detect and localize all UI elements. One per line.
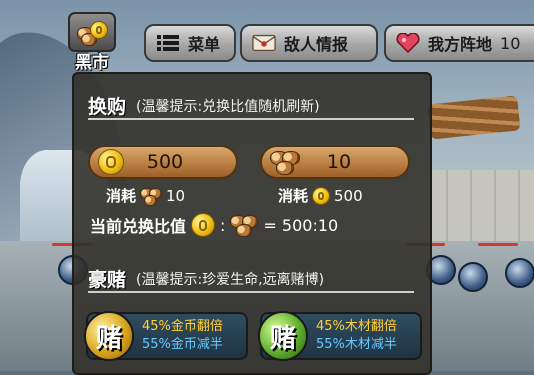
heart-icon <box>396 33 420 53</box>
gamble-wood-button[interactable]: 赌 45%木材翻倍 55%木材减半 <box>258 311 422 361</box>
wood-icon <box>230 213 259 237</box>
buy-gold-button[interactable]: 500 <box>88 145 238 179</box>
gamble-hint: (温馨提示:珍爱生命,远离赌博) <box>136 272 325 288</box>
stone-wall <box>424 170 534 250</box>
gold-coin-icon <box>312 186 331 205</box>
wood-cost-value: 500 <box>334 186 363 205</box>
ratio-colon: : <box>220 215 226 235</box>
letter-icon <box>252 33 276 53</box>
gamble-divider <box>88 291 414 293</box>
our-base-button[interactable]: 我方阵地 10 <box>384 24 534 62</box>
exchange-divider <box>88 118 414 120</box>
exchange-hint: (温馨提示:兑换比值随机刷新) <box>136 99 320 115</box>
black-market-button[interactable] <box>68 12 116 52</box>
gold-coin-icon <box>98 149 124 175</box>
enemy-intel-button[interactable]: 敌人情报 <box>240 24 378 62</box>
wood-icon <box>140 187 163 206</box>
consume-label: 消耗 <box>106 187 137 205</box>
buy-wood-button[interactable]: 10 <box>260 145 410 179</box>
wood-icon <box>270 149 300 175</box>
black-market-label: 黑市 <box>75 53 109 73</box>
gold-half-chance: 55%金币减半 <box>142 337 223 352</box>
list-icon <box>156 33 180 53</box>
unit-hp-bar <box>478 243 518 246</box>
wood-half-chance: 55%木材减半 <box>316 337 397 352</box>
our-base-value: 10 <box>500 33 521 53</box>
wood-coin-icon <box>77 19 108 46</box>
enemy-unit <box>505 258 534 288</box>
menu-label: 菜单 <box>188 35 221 54</box>
wood-pile <box>427 95 521 140</box>
gamble-wood-badge: 赌 <box>258 311 308 361</box>
exchange-title: 换购 <box>88 96 127 118</box>
gold-amount: 500 <box>146 151 184 173</box>
gamble-gold-badge: 赌 <box>84 311 134 361</box>
gold-double-chance: 45%金币翻倍 <box>142 319 223 334</box>
wood-amount: 10 <box>326 151 352 173</box>
ratio-label: 当前兑换比值 <box>90 217 187 236</box>
black-market-panel: 换购 (温馨提示:兑换比值随机刷新) 500 10 消耗 10 消耗 500 当… <box>72 72 432 375</box>
consume-label: 消耗 <box>278 187 309 205</box>
our-base-label: 我方阵地 <box>428 35 493 54</box>
gold-coin-icon <box>191 213 216 237</box>
gold-cost-row: 消耗 10 <box>106 185 185 206</box>
wood-double-chance: 45%木材翻倍 <box>316 319 397 334</box>
enemy-intel-label: 敌人情报 <box>284 35 349 54</box>
enemy-unit <box>458 262 488 292</box>
ratio-value: = 500:10 <box>263 215 339 235</box>
wood-cost-row: 消耗 500 <box>278 185 363 206</box>
menu-button[interactable]: 菜单 <box>144 24 236 62</box>
gold-cost-value: 10 <box>166 186 186 205</box>
gamble-title: 豪赌 <box>88 269 127 291</box>
gamble-gold-button[interactable]: 赌 45%金币翻倍 55%金币减半 <box>84 311 248 361</box>
exchange-ratio-row: 当前兑换比值 : = 500:10 <box>90 213 338 237</box>
